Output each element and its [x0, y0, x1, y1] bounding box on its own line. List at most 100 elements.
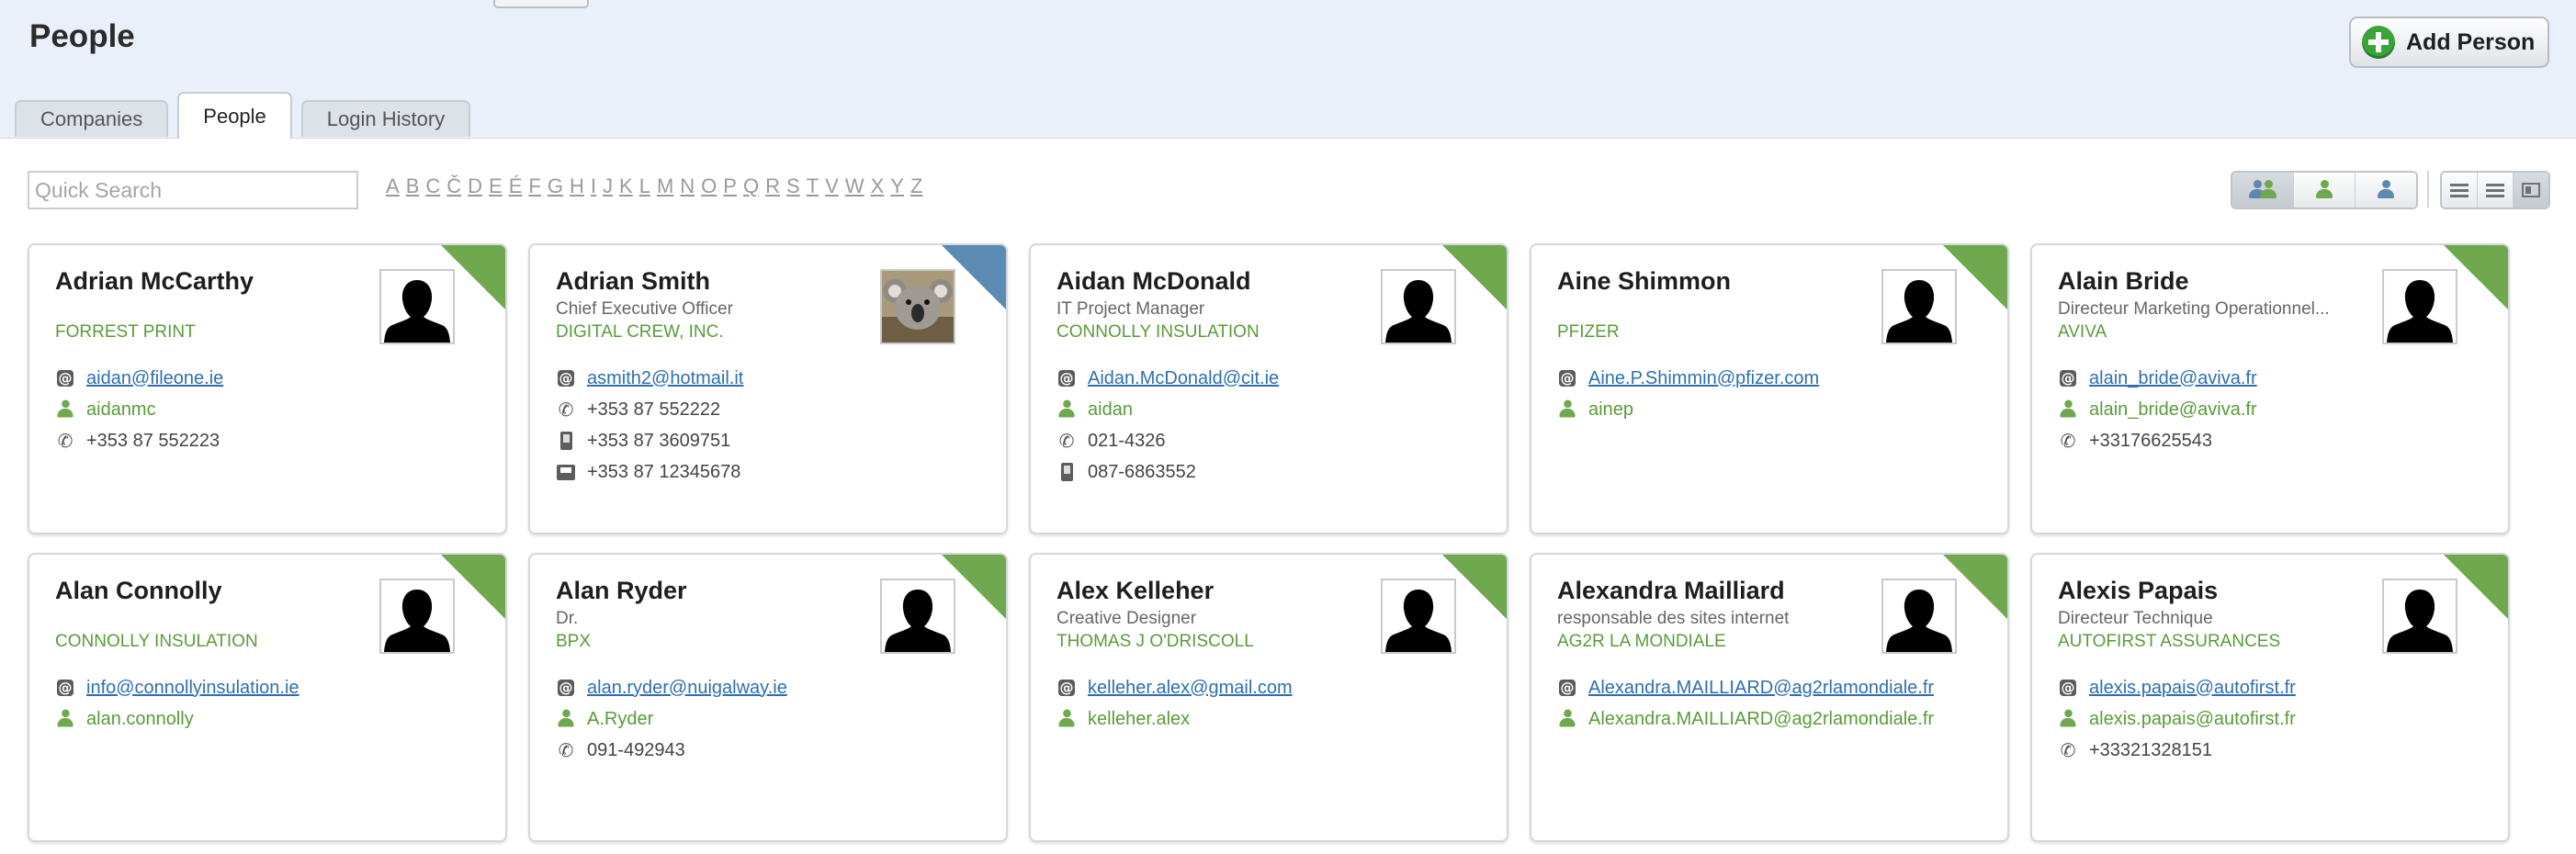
email-icon: @ [57, 680, 73, 696]
avatar[interactable] [379, 269, 455, 344]
person-card[interactable]: Alexis Papais Directeur Technique AUTOFIRS… [2030, 553, 2510, 842]
alpha-filter-letter[interactable]: H [570, 174, 584, 198]
contact-details: @ alexis.papais@autofirst.fr alexis.papais… [2058, 672, 2296, 766]
person-job-title: responsable des sites internet [1557, 609, 1790, 628]
alpha-filter-letter[interactable]: B [406, 174, 420, 198]
detailed-list-view-button[interactable] [2478, 173, 2514, 208]
person-card[interactable]: Adrian Smith Chief Executive Officer DIGIT… [528, 243, 1008, 534]
email-link[interactable]: alain_bride@aviva.fr [2089, 368, 2257, 389]
alpha-filter-letter[interactable]: V [825, 174, 839, 198]
avatar[interactable] [1881, 579, 1957, 654]
alpha-filter-letter[interactable]: F [528, 174, 540, 198]
person-card[interactable]: Aidan McDonald IT Project Manager CONNOLLY… [1029, 243, 1508, 534]
add-person-button[interactable]: Add Person [2349, 17, 2549, 68]
person-name[interactable]: Alex Kelleher [1056, 577, 1214, 605]
person-card[interactable]: Alan Ryder Dr. BPX @ alan.ryder@nuigalway.ie… [528, 553, 1008, 842]
person-name[interactable]: Alan Connolly [55, 577, 222, 605]
alpha-filter-letter[interactable]: G [548, 174, 563, 198]
alpha-filter-letter[interactable]: Č [446, 174, 461, 198]
person-card[interactable]: Adrian McCarthy FORREST PRINT @ aidan@fileo… [28, 243, 507, 534]
alpha-filter-letter[interactable]: T [807, 174, 819, 198]
alpha-filter-letter[interactable]: C [425, 174, 440, 198]
alpha-filter-letter[interactable]: L [639, 174, 650, 198]
alpha-filter-letter[interactable]: W [845, 174, 864, 198]
alpha-filter-letter[interactable]: O [701, 174, 717, 198]
alpha-filter-letter[interactable]: J [603, 174, 613, 198]
person-name[interactable]: Alexandra Mailliard [1557, 577, 1785, 605]
alpha-filter-letter[interactable]: S [786, 174, 800, 198]
avatar[interactable] [1381, 269, 1456, 344]
phone-number: 021-4326 [1088, 430, 1166, 451]
alpha-filter-letter[interactable]: P [723, 174, 737, 198]
alpha-filter-letter[interactable]: É [509, 174, 523, 198]
person-name[interactable]: Alain Bride [2058, 267, 2189, 296]
person-name[interactable]: Alexis Papais [2058, 577, 2218, 605]
person-card[interactable]: Alexandra Mailliard responsable des sites… [1530, 553, 2009, 842]
email-link[interactable]: Aidan.McDonald@cit.ie [1088, 368, 1279, 389]
tab-login-history[interactable]: Login History [300, 100, 471, 137]
top-stub-tab[interactable] [493, 0, 589, 8]
email-link[interactable]: asmith2@hotmail.it [587, 368, 743, 389]
username-text: ainep [1588, 399, 1633, 420]
email-icon: @ [2060, 680, 2076, 696]
email-link[interactable]: aidan@fileone.ie [86, 368, 223, 389]
detailed-list-icon [2486, 182, 2504, 198]
person-name[interactable]: Alan Ryder [556, 577, 687, 605]
person-card[interactable]: Aine Shimmon PFIZER @ Aine.P.Shimmin@pfizer… [1530, 243, 2009, 534]
user-icon [55, 709, 75, 729]
person-job-title: Creative Designer [1056, 609, 1197, 628]
alpha-filter-letter[interactable]: E [489, 174, 503, 198]
email-link[interactable]: Alexandra.MAILLIARD@ag2rlamondiale.fr [1588, 678, 1934, 699]
avatar[interactable] [1381, 579, 1456, 654]
person-name[interactable]: Aidan McDonald [1056, 267, 1251, 296]
avatar[interactable] [2382, 579, 2457, 654]
avatar[interactable] [880, 579, 955, 654]
alpha-filter-letter[interactable]: A [386, 174, 400, 198]
email-link[interactable]: alexis.papais@autofirst.fr [2089, 678, 2296, 699]
user-icon [2058, 709, 2078, 729]
quick-search-input[interactable] [28, 171, 358, 209]
person-job-title: Dr. [556, 609, 579, 628]
avatar[interactable] [2382, 269, 2457, 344]
alpha-filter-letter[interactable]: Z [910, 174, 922, 198]
person-name[interactable]: Aine Shimmon [1557, 267, 1731, 296]
phone-icon: ✆ [2060, 739, 2076, 761]
person-card[interactable]: Alain Bride Directeur Marketing Operation… [2030, 243, 2510, 534]
contact-row-user: kelleher.alex [1056, 703, 1293, 735]
card-view-button[interactable] [2514, 173, 2548, 208]
alpha-filter-letter[interactable]: I [591, 174, 596, 198]
person-card[interactable]: Alan Connolly CONNOLLY INSULATION @ info@co… [28, 553, 507, 842]
email-link[interactable]: alan.ryder@nuigalway.ie [587, 678, 787, 699]
alpha-filter-letter[interactable]: M [657, 174, 673, 198]
alpha-filter-letter[interactable]: X [871, 174, 885, 198]
group-people-icon [2249, 179, 2277, 201]
avatar[interactable] [379, 579, 455, 654]
all-people-filter-button[interactable] [2232, 173, 2294, 208]
alpha-filter-letter[interactable]: D [468, 174, 482, 198]
alpha-filter-letter[interactable]: Y [890, 174, 904, 198]
person-name[interactable]: Adrian Smith [556, 267, 710, 296]
mobile-number: +353 87 3609751 [587, 430, 731, 451]
alpha-filter-letter[interactable]: R [765, 174, 780, 198]
tab-companies[interactable]: Companies [15, 100, 169, 137]
contact-details: @ Alexandra.MAILLIARD@ag2rlamondiale.fr Al… [1557, 672, 1934, 735]
person-card[interactable]: Alex Kelleher Creative Designer THOMAS J O… [1029, 553, 1508, 842]
person-name[interactable]: Adrian McCarthy [55, 267, 254, 296]
alpha-filter-letter[interactable]: K [619, 174, 633, 198]
users-filter-button[interactable] [2356, 173, 2416, 208]
compact-list-view-button[interactable] [2442, 173, 2478, 208]
email-link[interactable]: kelleher.alex@gmail.com [1088, 678, 1293, 699]
user-icon [55, 399, 75, 420]
avatar[interactable] [1881, 269, 1957, 344]
contact-row-phone: ✆ +33321328151 [2058, 735, 2296, 766]
contacts-filter-button[interactable] [2294, 173, 2356, 208]
email-link[interactable]: Aine.P.Shimmin@pfizer.com [1588, 368, 1819, 389]
alpha-filter-letter[interactable]: Q [743, 174, 759, 198]
tab-bar: Companies People Login History [15, 92, 480, 139]
avatar[interactable] [880, 269, 955, 344]
username-text: kelleher.alex [1088, 708, 1191, 729]
email-icon: @ [558, 370, 574, 387]
alpha-filter-letter[interactable]: N [680, 174, 695, 198]
tab-people[interactable]: People [177, 92, 292, 139]
email-link[interactable]: info@connollyinsulation.ie [86, 678, 299, 699]
